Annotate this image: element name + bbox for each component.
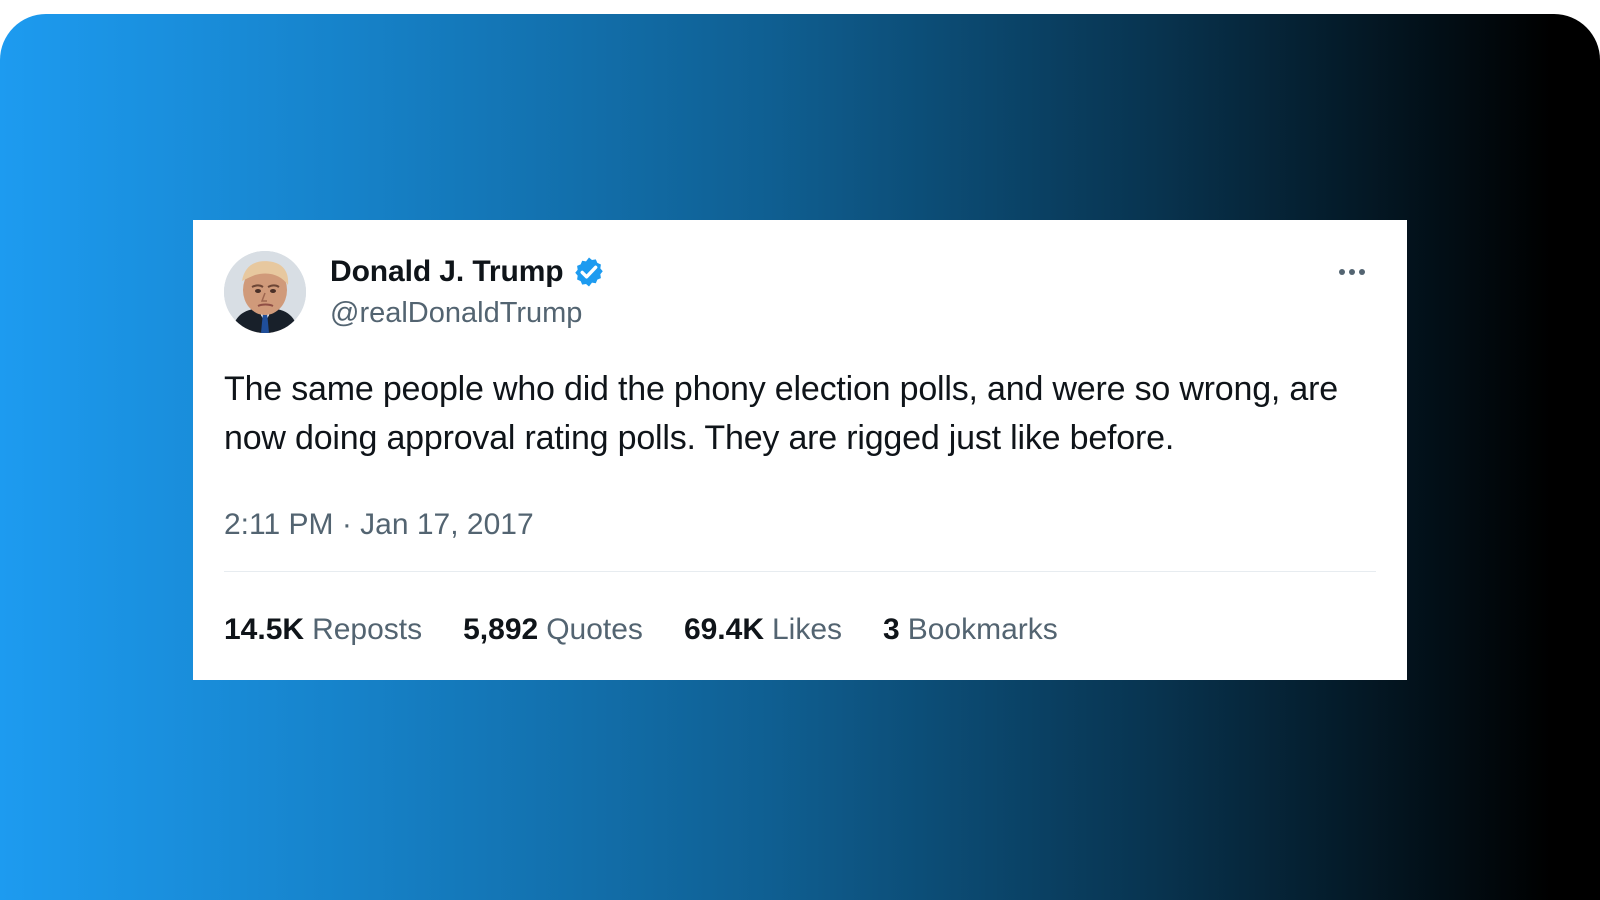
avatar[interactable]: [224, 251, 306, 333]
divider: [224, 571, 1376, 572]
author-handle[interactable]: @realDonaldTrump: [330, 296, 582, 330]
gradient-background: Donald J. Trump @realDonaldTrump The sam…: [0, 14, 1600, 900]
likes-stat[interactable]: 69.4K Likes: [684, 611, 842, 649]
display-name[interactable]: Donald J. Trump: [330, 254, 564, 290]
quotes-count: 5,892: [463, 613, 539, 646]
reposts-count: 14.5K: [224, 613, 305, 646]
bookmarks-count: 3: [883, 613, 900, 646]
verified-badge-icon: [574, 257, 603, 287]
more-dot: [1349, 269, 1355, 275]
likes-label: Likes: [772, 613, 843, 646]
engagement-stats: 14.5K Reposts 5,892 Quotes 69.4K Likes 3…: [224, 611, 1058, 649]
author-name-row: Donald J. Trump: [330, 254, 606, 290]
bookmarks-label: Bookmarks: [907, 613, 1058, 646]
more-dot: [1339, 269, 1345, 275]
reposts-stat[interactable]: 14.5K Reposts: [224, 611, 422, 649]
bookmarks-stat[interactable]: 3 Bookmarks: [883, 611, 1058, 649]
tweet-timestamp[interactable]: 2:11 PM · Jan 17, 2017: [224, 506, 534, 544]
more-options-icon[interactable]: [1331, 258, 1373, 286]
quotes-label: Quotes: [546, 613, 643, 646]
more-dot: [1359, 269, 1365, 275]
tweet-card[interactable]: Donald J. Trump @realDonaldTrump The sam…: [193, 220, 1407, 680]
quotes-stat[interactable]: 5,892 Quotes: [463, 611, 643, 649]
tweet-text: The same people who did the phony electi…: [224, 370, 1338, 457]
reposts-label: Reposts: [312, 613, 423, 646]
likes-count: 69.4K: [683, 613, 764, 646]
profile-photo: [224, 251, 306, 333]
